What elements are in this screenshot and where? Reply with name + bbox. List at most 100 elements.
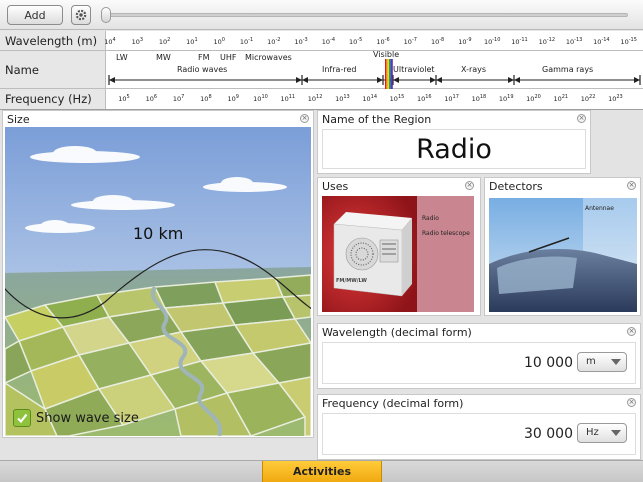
tick-exponent: 13 (343, 94, 350, 100)
tick-exponent: 5 (126, 94, 130, 100)
tick-label: 1023 (608, 94, 623, 103)
landscape-illustration (5, 127, 311, 436)
close-icon[interactable]: × (627, 398, 636, 407)
detectors-label: Antennae (585, 205, 614, 212)
show-wave-checkbox[interactable] (13, 409, 31, 427)
tick-exponent: -6 (384, 37, 390, 43)
frequency-unit-select[interactable]: Hz (577, 423, 627, 443)
tick-label: 1016 (417, 94, 432, 103)
tick-label: 10-1 (240, 37, 253, 46)
frequency-decimal-panel: Frequency (decimal form) × 30 000 Hz (317, 394, 641, 460)
tick-exponent: -12 (546, 37, 556, 43)
tick-label: 1020 (526, 94, 541, 103)
tick-exponent: 19 (507, 94, 514, 100)
tick-label: 1014 (362, 94, 377, 103)
wavelength-row: Wavelength (m) 104 103 102 101 100 10-1 10-2 10… (0, 31, 643, 51)
tick-exponent: 18 (479, 94, 487, 100)
tick-exponent: -13 (574, 37, 583, 43)
settings-button[interactable] (71, 5, 91, 25)
tick-label: 1011 (280, 94, 295, 103)
close-icon[interactable]: × (577, 114, 586, 123)
bottom-bar: Activities (0, 460, 643, 482)
wavelength-decimal-panel: Wavelength (decimal form) × 10 000 m (317, 323, 641, 389)
tick-label: 105 (118, 94, 129, 103)
tick-label: 1021 (553, 94, 568, 103)
radio-brand-label: FM/MW/LW (336, 278, 367, 284)
tick-label: 10-6 (376, 37, 389, 46)
tick-label: 1019 (499, 94, 514, 103)
tick-label: 109 (227, 94, 238, 103)
tick-exponent: 2 (167, 37, 171, 43)
tick-exponent: -9 (466, 37, 472, 43)
tick-label: 10-7 (404, 37, 417, 46)
tick-exponent: 17 (452, 94, 459, 100)
gear-icon (75, 9, 87, 21)
tick-label: 103 (132, 37, 143, 46)
close-icon[interactable]: × (627, 327, 636, 336)
show-wave-label: Show wave size (36, 410, 139, 426)
show-wave-toggle[interactable]: Show wave size (13, 409, 139, 427)
tick-exponent: 10 (261, 94, 268, 100)
tick-exponent: -7 (411, 37, 417, 43)
close-icon[interactable]: × (465, 181, 474, 190)
radio-illustration (322, 196, 474, 312)
wavelength-decimal-value: 10 000 (524, 355, 573, 371)
chevron-down-icon (611, 359, 621, 365)
frequency-decimal-title: Frequency (decimal form) (322, 397, 464, 410)
chevron-down-icon (611, 430, 621, 436)
close-icon[interactable]: × (627, 181, 636, 190)
main-area: Size × 10 km Show wave size Name of the … (0, 110, 643, 460)
wavelength-unit-select[interactable]: m (577, 352, 627, 372)
zoom-slider-track[interactable] (104, 13, 628, 17)
tick-label: 10-4 (322, 37, 335, 46)
close-icon[interactable]: × (300, 114, 309, 123)
tick-label: 10-10 (484, 37, 500, 46)
uses-label: Radio (422, 215, 439, 222)
tick-label: 106 (146, 94, 157, 103)
zoom-slider-thumb[interactable] (101, 7, 111, 23)
name-row: Name LW MW FM UHF Microwaves Visible Rad… (0, 50, 643, 89)
tick-label: 10-15 (620, 37, 636, 46)
add-button[interactable]: Add (7, 5, 63, 25)
uses-panel: Uses × FM/MW/LW Radio Radio telescope (317, 177, 481, 316)
tick-label: 10-12 (539, 37, 555, 46)
wavelength-decimal-title: Wavelength (decimal form) (322, 326, 472, 339)
checkmark-icon (17, 413, 28, 424)
detectors-image (489, 198, 637, 312)
frequency-row: Frequency (Hz) 105 106 107 108 109 1010 1011 10… (0, 89, 643, 110)
tick-exponent: -11 (519, 37, 528, 43)
tick-exponent: 8 (208, 94, 212, 100)
tick-label: 102 (159, 37, 170, 46)
tick-label: 10-11 (511, 37, 527, 46)
tick-exponent: 15 (397, 94, 405, 100)
car-antenna-illustration (489, 198, 637, 312)
wavelength-row-label: Wavelength (m) (0, 31, 106, 50)
region-value: Radio (322, 129, 586, 169)
tick-exponent: 23 (616, 94, 623, 100)
detectors-panel-title: Detectors (489, 180, 543, 193)
tick-exponent: 16 (425, 94, 432, 100)
frequency-row-label: Frequency (Hz) (0, 89, 106, 109)
uses-image (322, 196, 474, 312)
frequency-decimal-value: 30 000 (524, 426, 573, 442)
tick-exponent: 12 (316, 94, 323, 100)
tick-exponent: -8 (439, 37, 445, 43)
activities-button[interactable]: Activities (262, 461, 382, 482)
tick-label: 100 (213, 37, 224, 46)
tick-label: 10-3 (294, 37, 307, 46)
uses-label: Radio telescope (422, 230, 470, 237)
tick-exponent: -4 (330, 37, 336, 43)
tick-exponent: -14 (601, 37, 610, 43)
tick-exponent: 3 (139, 37, 144, 43)
tick-label: 10-13 (566, 37, 582, 46)
tick-label: 1010 (253, 94, 268, 103)
tick-exponent: 9 (235, 94, 239, 100)
tick-exponent: 14 (370, 94, 378, 100)
wavelength-decimal-box: 10 000 m (322, 342, 636, 384)
spectrum-app: Add Wavelength (m) 104 103 102 101 100 10-1 10… (0, 0, 643, 482)
tick-exponent: -2 (275, 37, 281, 43)
tick-label: 1017 (444, 94, 459, 103)
tick-exponent: -10 (492, 37, 501, 43)
tick-label: 10-8 (431, 37, 444, 46)
tick-exponent: -1 (248, 37, 254, 43)
